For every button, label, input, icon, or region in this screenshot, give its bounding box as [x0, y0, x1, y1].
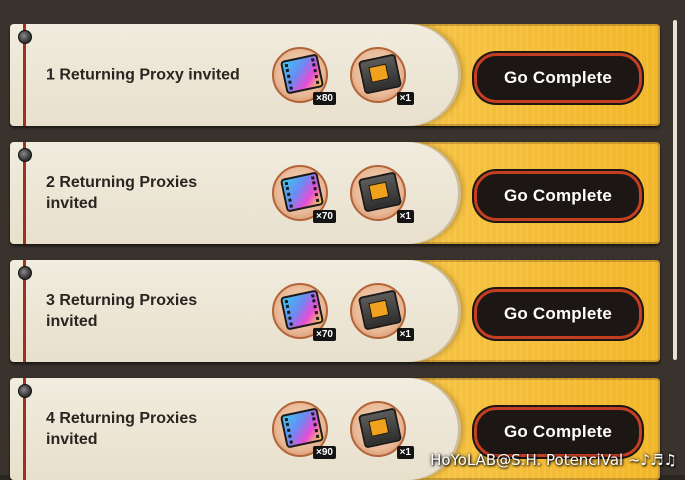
go-complete-button[interactable]: Go Complete: [474, 407, 642, 457]
pin-icon: [18, 148, 32, 162]
reward-quantity: ×1: [396, 92, 414, 105]
pin-icon: [18, 30, 32, 44]
watermark-text: HoYoLAB@S.H. PotenciVal ~♪♬♫: [430, 451, 677, 469]
task-title: 4 Returning Proxies invited: [46, 410, 198, 448]
go-complete-button[interactable]: Go Complete: [474, 53, 642, 103]
ticket-icon[interactable]: ×1: [350, 165, 414, 223]
ticket-icon[interactable]: ×1: [350, 283, 414, 341]
task-row-3: 3 Returning Proxies invited ×70 ×1 Go Co…: [10, 260, 660, 362]
film-icon[interactable]: ×70: [272, 165, 336, 223]
task-row-2: 2 Returning Proxies invited ×70 ×1 Go Co…: [10, 142, 660, 244]
scrollbar[interactable]: [673, 20, 677, 360]
task-panel: 1 Returning Proxy invited ×80 ×1 Go Comp…: [0, 0, 685, 480]
film-icon[interactable]: ×70: [272, 283, 336, 341]
task-row-1: 1 Returning Proxy invited ×80 ×1 Go Comp…: [10, 24, 660, 126]
task-title: 1 Returning Proxy invited: [46, 66, 240, 84]
task-title: 3 Returning Proxies invited: [46, 292, 198, 330]
ticket-icon[interactable]: ×1: [350, 401, 414, 459]
pin-icon: [18, 384, 32, 398]
film-icon[interactable]: ×90: [272, 401, 336, 459]
reward-quantity: ×1: [396, 210, 414, 223]
reward-quantity: ×90: [313, 446, 336, 459]
ticket-icon[interactable]: ×1: [350, 47, 414, 105]
reward-quantity: ×70: [313, 210, 336, 223]
go-complete-button[interactable]: Go Complete: [474, 289, 642, 339]
film-icon[interactable]: ×80: [272, 47, 336, 105]
go-complete-button[interactable]: Go Complete: [474, 171, 642, 221]
task-title: 2 Returning Proxies invited: [46, 174, 198, 212]
reward-quantity: ×1: [396, 446, 414, 459]
reward-quantity: ×80: [313, 92, 336, 105]
reward-quantity: ×1: [396, 328, 414, 341]
reward-quantity: ×70: [313, 328, 336, 341]
pin-icon: [18, 266, 32, 280]
